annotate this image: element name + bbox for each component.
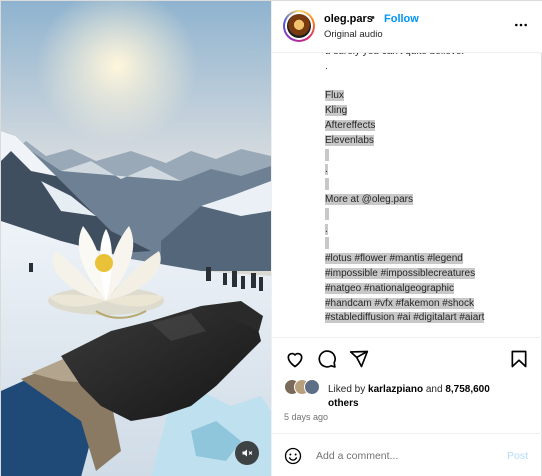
liked-by-prefix: Liked by — [328, 384, 366, 395]
liked-by-text: Liked by karlazpiano and 8,758,600 other… — [328, 383, 538, 411]
comment-icon — [318, 350, 336, 368]
caption-line: #impossible #impossiblecreatures — [325, 267, 535, 282]
caption-line: . — [325, 163, 535, 178]
caption-line — [325, 75, 535, 90]
caption-line: #handcam #vfx #fakemon #shock — [325, 297, 535, 312]
caption-line: #stablediffusion #ai #digitalart #aiart — [325, 311, 535, 326]
liker-username[interactable]: karlazpiano — [368, 384, 423, 395]
post-dialog: u surely you can't quite believe. .FluxK… — [0, 0, 542, 476]
smiley-icon — [284, 447, 302, 465]
post-info-panel: u surely you can't quite believe. .FluxK… — [271, 1, 542, 476]
likes-count[interactable]: 8,758,600 — [445, 384, 490, 395]
mute-button[interactable] — [235, 441, 259, 465]
caption-line: Aftereffects — [325, 119, 535, 134]
audio-label[interactable]: Original audio — [324, 29, 383, 40]
actions-divider — [272, 337, 542, 338]
caption-line-text: . — [325, 223, 328, 235]
post-timestamp[interactable]: 5 days ago — [284, 412, 328, 422]
caption-line-text: Elevenlabs — [325, 134, 374, 146]
author-username[interactable]: oleg.pars — [324, 13, 373, 25]
caption-line — [325, 237, 535, 252]
caption-line-text[interactable]: More at @oleg.pars — [325, 193, 413, 205]
save-button[interactable] — [509, 349, 529, 374]
speaker-muted-icon — [241, 447, 253, 459]
author-avatar[interactable] — [283, 10, 315, 42]
caption-line-text: . — [325, 164, 328, 176]
caption-line — [325, 178, 535, 193]
caption-text: u surely you can't quite believe. .FluxK… — [325, 45, 535, 326]
caption-line: Kling — [325, 104, 535, 119]
post-video[interactable] — [1, 1, 271, 476]
post-comment-button[interactable]: Post — [507, 450, 528, 462]
caption-line-text: . — [325, 60, 328, 72]
heart-icon — [287, 352, 303, 368]
liker-avatars[interactable] — [284, 379, 324, 397]
bookmark-icon — [511, 350, 527, 368]
caption-line: #natgeo #nationalgeographic — [325, 282, 535, 297]
caption-line-text[interactable]: #handcam #vfx #fakemon #shock — [325, 297, 474, 309]
separator-dot: • — [371, 12, 375, 24]
likes-others[interactable]: others — [328, 398, 359, 409]
comment-input[interactable] — [316, 446, 496, 466]
liked-by-and: and — [425, 384, 443, 395]
follow-button[interactable]: Follow — [384, 13, 419, 25]
liker-avatar — [304, 379, 320, 395]
more-options-button[interactable] — [514, 18, 528, 37]
caption-line-text: Flux — [325, 90, 344, 102]
share-button[interactable] — [349, 349, 369, 374]
caption-line — [325, 148, 535, 164]
caption-line — [325, 207, 535, 223]
comment-button[interactable] — [317, 349, 337, 374]
caption-line-text: Kling — [325, 105, 348, 117]
like-button[interactable] — [285, 349, 305, 374]
caption-line-text[interactable]: #lotus #flower #mantis #legend — [325, 253, 463, 265]
comment-bar: Post — [272, 433, 542, 476]
post-header: oleg.pars • Follow Original audio — [272, 1, 542, 53]
caption-line: More at @oleg.pars — [325, 193, 535, 208]
emoji-button[interactable] — [284, 447, 302, 470]
share-icon — [349, 350, 369, 368]
caption-line-text[interactable]: #impossible #impossiblecreatures — [325, 267, 476, 279]
more-horizontal-icon — [515, 23, 527, 27]
caption-line-text[interactable]: #natgeo #nationalgeographic — [325, 282, 454, 294]
caption-line: Elevenlabs — [325, 134, 535, 149]
caption-line: . — [325, 60, 535, 75]
caption-line: #lotus #flower #mantis #legend — [325, 252, 535, 267]
caption-line: Flux — [325, 89, 535, 104]
video-frame-image — [1, 1, 271, 476]
caption-line: . — [325, 223, 535, 238]
caption-line-text[interactable]: #stablediffusion #ai #digitalart #aiart — [325, 312, 485, 324]
caption-line-text: Aftereffects — [325, 119, 376, 131]
